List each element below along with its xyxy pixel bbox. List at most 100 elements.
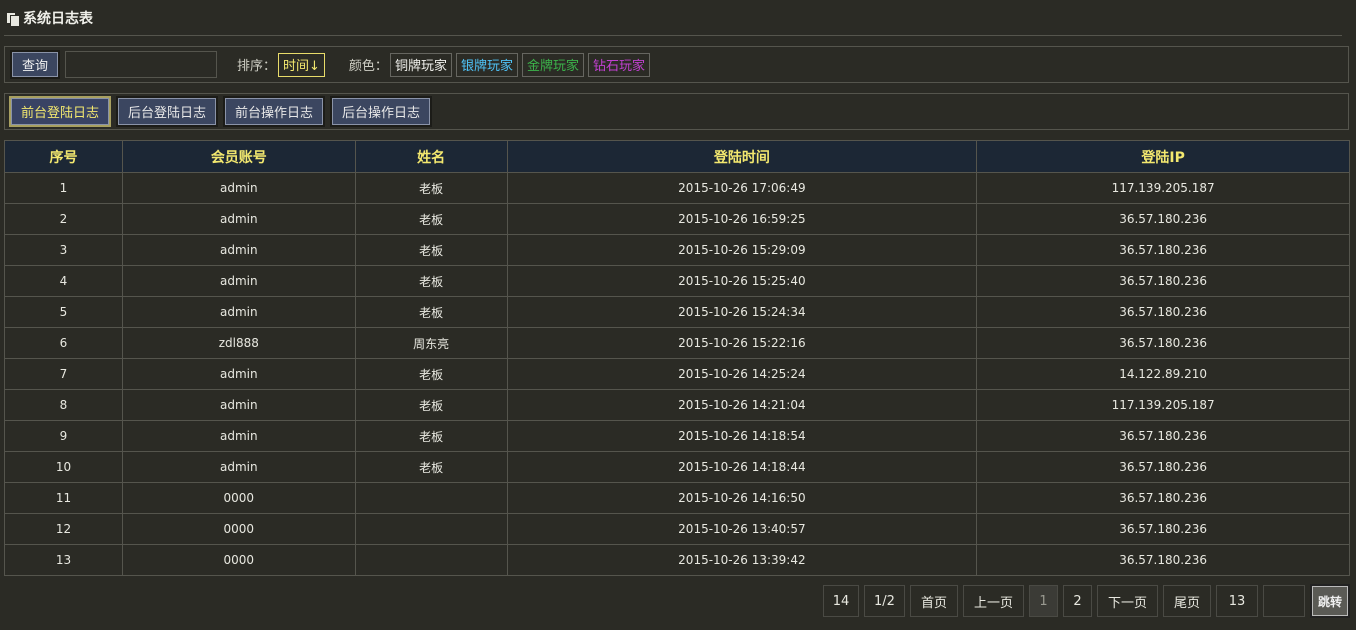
cell-index: 12	[4, 513, 123, 545]
last-page-button[interactable]: 尾页	[1163, 585, 1211, 617]
first-page-button[interactable]: 首页	[910, 585, 958, 617]
sort-label: 排序：	[237, 59, 277, 74]
tab-frontend-login-log[interactable]: 前台登陆日志	[9, 96, 111, 127]
cell-login-time: 2015-10-26 13:39:42	[506, 544, 978, 576]
cell-login-ip: 36.57.180.236	[976, 327, 1350, 359]
cell-name: 老板	[354, 203, 508, 235]
cell-login-time: 2015-10-26 14:21:04	[506, 389, 978, 421]
table-row: 1 admin 老板 2015-10-26 17:06:49 117.139.205.1…	[4, 172, 1350, 204]
page-1-button[interactable]: 1	[1029, 585, 1058, 617]
next-page-button[interactable]: 下一页	[1097, 585, 1158, 617]
cell-login-time: 2015-10-26 14:18:44	[506, 451, 978, 483]
tab-backend-login-log[interactable]: 后台登陆日志	[116, 96, 218, 127]
cell-login-ip: 36.57.180.236	[976, 203, 1350, 235]
cell-account: admin	[121, 358, 356, 390]
cell-login-time: 2015-10-26 14:16:50	[506, 482, 978, 514]
cell-name: 周东亮	[354, 327, 508, 359]
cell-index: 7	[4, 358, 123, 390]
table-row: 9 admin 老板 2015-10-26 14:18:54 36.57.180.236	[4, 420, 1350, 452]
cell-login-time: 2015-10-26 15:29:09	[506, 234, 978, 266]
cell-login-ip: 36.57.180.236	[976, 544, 1350, 576]
cell-index: 13	[4, 544, 123, 576]
cell-login-time: 2015-10-26 15:24:34	[506, 296, 978, 328]
cell-name: 老板	[354, 172, 508, 204]
cell-name: 老板	[354, 358, 508, 390]
cell-index: 5	[4, 296, 123, 328]
table-header-row: 序号 会员账号 姓名 登陆时间 登陆IP	[4, 140, 1350, 173]
cell-account: admin	[121, 389, 356, 421]
page-title-text: 系统日志表	[23, 11, 93, 27]
table-row: 8 admin 老板 2015-10-26 14:21:04 117.139.205.1…	[4, 389, 1350, 421]
cell-login-ip: 36.57.180.236	[976, 234, 1350, 266]
title-divider	[4, 35, 1342, 36]
cell-account: admin	[121, 265, 356, 297]
page-2-button[interactable]: 2	[1063, 585, 1092, 617]
cell-login-time: 2015-10-26 15:25:40	[506, 265, 978, 297]
table-row: 7 admin 老板 2015-10-26 14:25:24 14.122.89.210	[4, 358, 1350, 390]
cell-login-ip: 117.139.205.187	[976, 389, 1350, 421]
cell-account: 0000	[121, 482, 356, 514]
cell-index: 4	[4, 265, 123, 297]
query-button[interactable]: 查询	[10, 50, 60, 79]
cell-account: admin	[121, 420, 356, 452]
header-account: 会员账号	[121, 140, 356, 173]
cell-index: 8	[4, 389, 123, 421]
cell-account: admin	[121, 451, 356, 483]
jump-button[interactable]: 跳转	[1310, 584, 1350, 618]
color-chip-diamond[interactable]: 钻石玩家	[587, 52, 650, 77]
cell-login-time: 2015-10-26 15:22:16	[506, 327, 978, 359]
table-row: 6 zdl888 周东亮 2015-10-26 15:22:16 36.57.180.2…	[4, 327, 1350, 359]
cell-login-ip: 117.139.205.187	[976, 172, 1350, 204]
color-chip-copper[interactable]: 铜牌玩家	[389, 52, 452, 77]
table-row: 10 admin 老板 2015-10-26 14:18:44 36.57.180.23…	[4, 451, 1350, 483]
search-input[interactable]	[65, 51, 217, 78]
cell-name: 老板	[354, 420, 508, 452]
cell-account: admin	[121, 296, 356, 328]
log-tabs: 前台登陆日志 后台登陆日志 前台操作日志 后台操作日志	[4, 93, 1349, 130]
header-login-time: 登陆时间	[506, 140, 978, 173]
cell-login-time: 2015-10-26 14:18:54	[506, 420, 978, 452]
cell-login-ip: 14.122.89.210	[976, 358, 1350, 390]
tab-frontend-operation-log[interactable]: 前台操作日志	[223, 96, 325, 127]
sort-time-button[interactable]: 时间↓	[278, 52, 325, 77]
cell-login-time: 2015-10-26 14:25:24	[506, 358, 978, 390]
cell-login-ip: 36.57.180.236	[976, 482, 1350, 514]
cell-login-time: 2015-10-26 13:40:57	[506, 513, 978, 545]
cell-account: 0000	[121, 544, 356, 576]
cell-index: 9	[4, 420, 123, 452]
color-label: 颜色：	[348, 59, 388, 74]
cell-login-ip: 36.57.180.236	[976, 513, 1350, 545]
cell-name: 老板	[354, 451, 508, 483]
cell-account: admin	[121, 172, 356, 204]
color-chip-silver[interactable]: 银牌玩家	[455, 52, 518, 77]
cell-index: 11	[4, 482, 123, 514]
pages-icon	[6, 12, 20, 27]
tab-backend-operation-log[interactable]: 后台操作日志	[330, 96, 432, 127]
cell-login-time: 2015-10-26 16:59:25	[506, 203, 978, 235]
prev-page-button[interactable]: 上一页	[963, 585, 1024, 617]
jump-page-input[interactable]	[1263, 585, 1305, 617]
cell-login-time: 2015-10-26 17:06:49	[506, 172, 978, 204]
color-chip-gold[interactable]: 金牌玩家	[521, 52, 584, 77]
table-row: 3 admin 老板 2015-10-26 15:29:09 36.57.180.236	[4, 234, 1350, 266]
cell-name	[354, 482, 508, 514]
cell-name: 老板	[354, 389, 508, 421]
cell-name: 老板	[354, 265, 508, 297]
cell-index: 6	[4, 327, 123, 359]
cell-account: admin	[121, 203, 356, 235]
cell-name	[354, 513, 508, 545]
table-row: 5 admin 老板 2015-10-26 15:24:34 36.57.180.236	[4, 296, 1350, 328]
page-info: 1/2	[864, 585, 905, 617]
cell-login-ip: 36.57.180.236	[976, 296, 1350, 328]
cell-login-ip: 36.57.180.236	[976, 451, 1350, 483]
table-body: 1 admin 老板 2015-10-26 17:06:49 117.139.205.1…	[4, 172, 1350, 576]
table-row: 2 admin 老板 2015-10-26 16:59:25 36.57.180.236	[4, 203, 1350, 235]
table-row: 13 0000 2015-10-26 13:39:42 36.57.180.236	[4, 544, 1350, 576]
cell-index: 3	[4, 234, 123, 266]
header-login-ip: 登陆IP	[976, 140, 1350, 173]
cell-login-ip: 36.57.180.236	[976, 265, 1350, 297]
total-count: 14	[823, 585, 859, 617]
filter-toolbar: 查询 排序： 时间↓ 颜色： 铜牌玩家 银牌玩家 金牌玩家 钻石玩家	[4, 46, 1349, 83]
cell-index: 1	[4, 172, 123, 204]
table-row: 4 admin 老板 2015-10-26 15:25:40 36.57.180.236	[4, 265, 1350, 297]
